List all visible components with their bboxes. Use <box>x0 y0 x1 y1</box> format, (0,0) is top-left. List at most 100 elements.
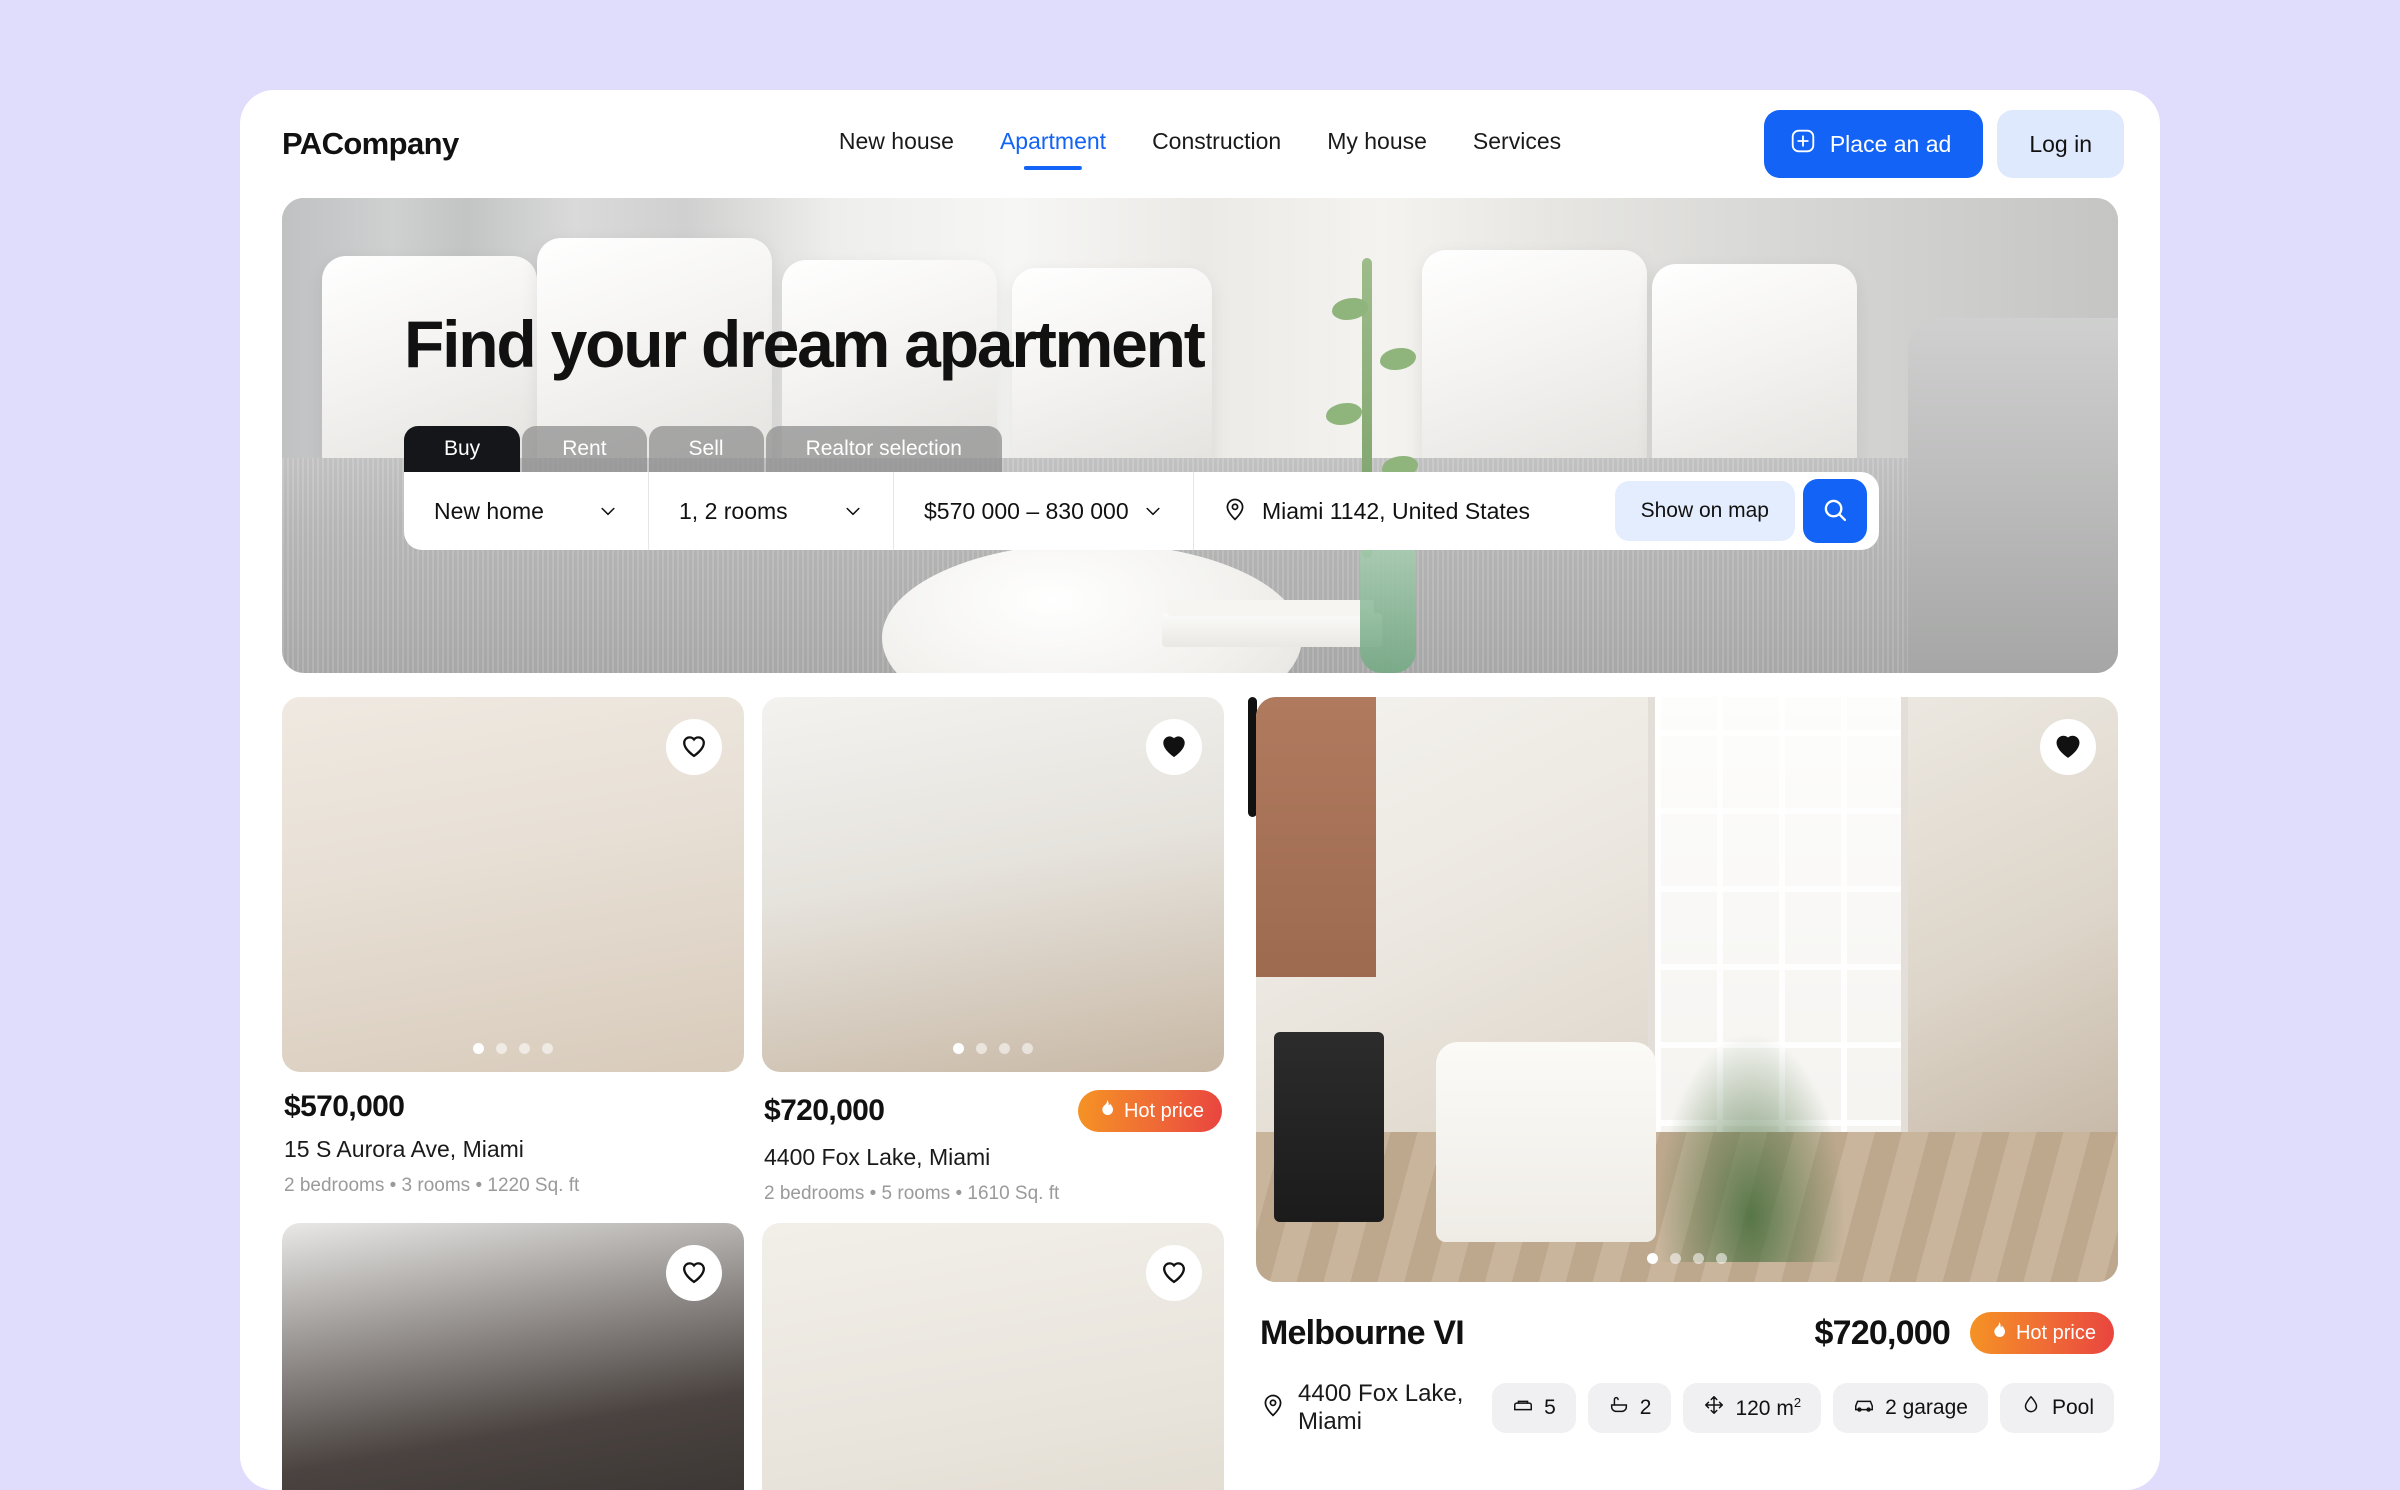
carousel-dot[interactable] <box>1693 1253 1704 1264</box>
detail-feature-chips: 5 2 120 m2 2 garage Pool <box>1492 1383 2114 1433</box>
carousel-dot[interactable] <box>496 1043 507 1054</box>
price-range-value: $570 000 – 830 000 <box>924 497 1129 524</box>
place-an-ad-label: Place an ad <box>1829 130 1952 157</box>
listing-card[interactable] <box>282 1223 744 1490</box>
chip-garage-label: 2 garage <box>1885 1396 1968 1419</box>
detail-meta-row: 4400 Fox Lake, Miami 5 2 120 m2 2 garage… <box>1260 1380 2114 1436</box>
carousel-dot[interactable] <box>1716 1253 1727 1264</box>
search-tabs: Buy Rent Sell Realtor selection <box>404 426 1879 472</box>
detail-address-label: 4400 Fox Lake, Miami <box>1298 1380 1464 1435</box>
listing-card[interactable]: $570,000 15 S Aurora Ave, Miami 2 bedroo… <box>282 697 744 1205</box>
location-pin-icon <box>1260 1392 1286 1425</box>
header-actions: Place an ad Log in <box>1763 110 2124 178</box>
listing-card[interactable]: $720,000 Hot price 4400 Fox Lake, Miami … <box>762 697 1224 1205</box>
detail-address: 4400 Fox Lake, Miami <box>1260 1380 1492 1436</box>
main-navigation: New house Apartment Construction My hous… <box>839 128 1561 167</box>
location-pin-icon <box>1222 496 1248 527</box>
hot-price-badge: Hot price <box>1969 1312 2114 1354</box>
favorite-button[interactable] <box>1146 719 1202 775</box>
bath-icon <box>1608 1394 1630 1422</box>
location-value: Miami 1142, United States <box>1262 497 1531 524</box>
property-type-value: New home <box>434 497 544 524</box>
listing-thumbnail[interactable] <box>282 1223 744 1490</box>
listing-price-row: $570,000 <box>284 1090 742 1124</box>
heart-outline-icon <box>1160 1258 1188 1289</box>
chip-pool-label: Pool <box>2051 1396 2094 1419</box>
chip-area-label: 120 m2 <box>1735 1395 1802 1420</box>
listing-meta: 2 bedrooms • 5 rooms • 1610 Sq. ft <box>764 1183 1060 1204</box>
nav-item-my-house[interactable]: My house <box>1327 128 1427 167</box>
search-tab-rent[interactable]: Rent <box>522 426 647 472</box>
search-button[interactable] <box>1803 479 1867 543</box>
car-icon <box>1853 1394 1875 1422</box>
nav-item-new-house[interactable]: New house <box>839 128 954 167</box>
chip-pool: Pool <box>1999 1383 2114 1433</box>
place-an-ad-button[interactable]: Place an ad <box>1763 110 1984 178</box>
carousel-dot[interactable] <box>1647 1253 1658 1264</box>
carousel-dots[interactable] <box>473 1043 553 1054</box>
plus-square-icon <box>1790 128 1816 160</box>
search-panel: Buy Rent Sell Realtor selection New home… <box>404 426 1879 550</box>
listing-thumbnail[interactable] <box>282 697 744 1072</box>
listing-thumbnail[interactable] <box>762 697 1224 1072</box>
listing-price-row: $720,000 Hot price <box>764 1090 1222 1132</box>
carousel-dot[interactable] <box>953 1043 964 1054</box>
favorite-button[interactable] <box>2040 719 2096 775</box>
listing-info: $570,000 15 S Aurora Ave, Miami 2 bedroo… <box>282 1072 744 1197</box>
price-range-select[interactable]: $570 000 – 830 000 <box>894 472 1194 550</box>
listing-meta: 2 bedrooms • 3 rooms • 1220 Sq. ft <box>284 1175 580 1196</box>
favorite-button[interactable] <box>666 719 722 775</box>
nav-item-construction[interactable]: Construction <box>1152 128 1281 167</box>
rooms-select[interactable]: 1, 2 rooms <box>649 472 894 550</box>
app-window: PACompany New house Apartment Constructi… <box>240 90 2160 1490</box>
pool-icon <box>2020 1394 2042 1422</box>
carousel-dot[interactable] <box>519 1043 530 1054</box>
nav-item-services[interactable]: Services <box>1473 128 1561 167</box>
carousel-dot[interactable] <box>1670 1253 1681 1264</box>
listing-address: 15 S Aurora Ave, Miami <box>284 1136 524 1162</box>
carousel-dot[interactable] <box>473 1043 484 1054</box>
detail-price: $720,000 <box>1814 1313 1951 1352</box>
flame-icon <box>1988 1320 2008 1346</box>
listing-thumbnail[interactable] <box>762 1223 1224 1490</box>
detail-info: Melbourne VI $720,000 Hot price 4400 Fox… <box>1256 1282 2118 1436</box>
show-on-map-button[interactable]: Show on map <box>1614 481 1795 541</box>
area-icon <box>1703 1394 1725 1422</box>
heart-filled-icon <box>2053 731 2083 764</box>
chip-bathrooms-label: 2 <box>1639 1396 1652 1419</box>
chip-area: 120 m2 <box>1683 1383 1822 1433</box>
carousel-dot[interactable] <box>542 1043 553 1054</box>
chip-garage: 2 garage <box>1833 1383 1988 1433</box>
search-tab-sell[interactable]: Sell <box>648 426 764 472</box>
brand-logo[interactable]: PACompany <box>282 126 459 162</box>
favorite-button[interactable] <box>1146 1245 1202 1301</box>
listing-card[interactable] <box>762 1223 1224 1490</box>
detail-hero-image[interactable] <box>1256 697 2118 1282</box>
carousel-dot[interactable] <box>976 1043 987 1054</box>
heart-outline-icon <box>680 1258 708 1289</box>
carousel-dots[interactable] <box>953 1043 1033 1054</box>
hero-banner: Find your dream apartment Buy Rent Sell … <box>282 198 2118 673</box>
listing-price: $720,000 <box>764 1094 885 1127</box>
log-in-button[interactable]: Log in <box>1997 110 2124 178</box>
carousel-dot[interactable] <box>999 1043 1010 1054</box>
bed-icon <box>1512 1394 1534 1422</box>
listings-grid: $570,000 15 S Aurora Ave, Miami 2 bedroo… <box>282 697 1224 1490</box>
carousel-dots[interactable] <box>1647 1253 1727 1264</box>
nav-item-apartment[interactable]: Apartment <box>1000 128 1106 167</box>
heart-filled-icon <box>1160 732 1188 763</box>
rooms-value: 1, 2 rooms <box>679 497 788 524</box>
carousel-dot[interactable] <box>1022 1043 1033 1054</box>
chevron-down-icon <box>843 501 863 521</box>
heart-outline-icon <box>680 732 708 763</box>
search-tab-buy[interactable]: Buy <box>404 426 521 472</box>
hot-price-badge: Hot price <box>1077 1090 1222 1132</box>
listing-price: $570,000 <box>284 1090 405 1123</box>
search-tab-realtor-selection[interactable]: Realtor selection <box>765 426 1002 472</box>
chevron-down-icon <box>598 501 618 521</box>
location-input[interactable]: Miami 1142, United States <box>1194 472 1615 550</box>
favorite-button[interactable] <box>666 1245 722 1301</box>
property-type-select[interactable]: New home <box>404 472 649 550</box>
log-in-label: Log in <box>2029 130 2092 157</box>
flame-icon <box>1096 1098 1116 1124</box>
